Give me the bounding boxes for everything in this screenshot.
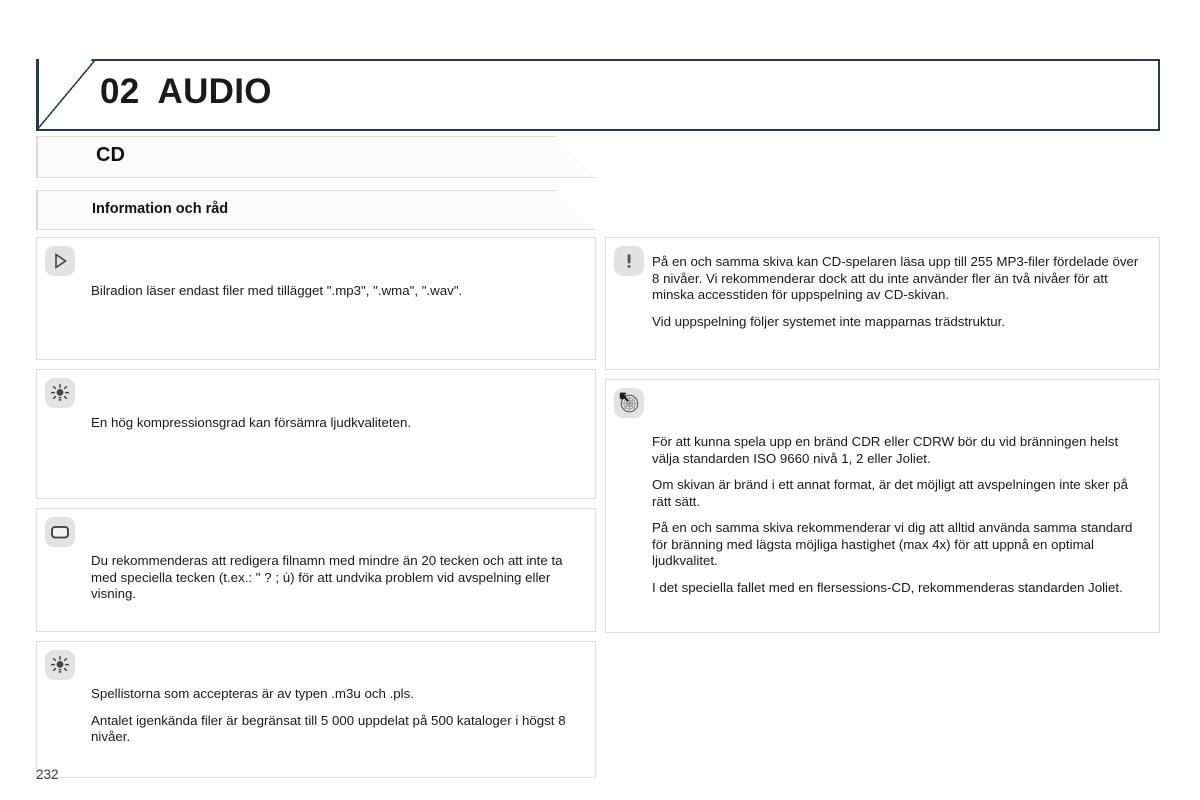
lightbulb-tip-icon [45,650,75,680]
info-box-body: För att kunna spela upp en bränd CDR ell… [606,380,1159,608]
warning-exclamation-icon [614,246,644,276]
paragraph: Du rekommenderas att redigera filnamn me… [91,553,563,601]
info-box-text: En hög kompressionsgrad kan försämra lju… [91,415,581,432]
info-box-text: Spellistorna som accepteras är av typen … [91,686,581,746]
info-box-text: På en och samma skiva kan CD-spelaren lä… [652,254,1145,330]
chapter-header-left-edge [36,59,39,131]
paragraph: Bilradion läser endast filer med tillägg… [91,283,463,298]
section-ribbon-information: Information och råd [36,190,596,230]
paragraph: I det speciella fallet med en flersessio… [652,579,1123,595]
chapter-header-top-rule [92,59,1160,61]
info-box-text: Du rekommenderas att redigera filnamn me… [91,553,581,603]
page-title: 02 AUDIO [100,72,272,112]
paragraph: På en och samma skiva kan CD-spelaren lä… [652,254,1139,302]
info-box-body: Bilradion läser endast filer med tillägg… [37,238,595,314]
paragraph: Vid uppspelning följer systemet inte map… [652,313,1006,329]
info-box-body: En hög kompressionsgrad kan försämra lju… [37,370,595,446]
paragraph: På en och samma skiva rekommenderar vi d… [652,520,1133,568]
info-box: Bilradion läser endast filer med tillägg… [36,237,596,360]
info-box: För att kunna spela upp en bränd CDR ell… [605,379,1160,633]
chapter-number: 02 [100,72,140,111]
chapter-title-text: AUDIO [157,72,272,111]
paragraph: För att kunna spela upp en bränd CDR ell… [652,434,1119,466]
left-column: Bilradion läser endast filer med tillägg… [36,237,596,787]
info-box-text: Bilradion läser endast filer med tillägg… [91,283,581,300]
info-box-body: På en och samma skiva kan CD-spelaren lä… [606,238,1159,342]
lightbulb-tip-icon [45,378,75,408]
paragraph: Antalet igenkända filer är begränsat til… [91,712,566,745]
paragraph: En hög kompressionsgrad kan försämra lju… [91,415,412,430]
paragraph: Om skivan är bränd i ett annat format, ä… [652,477,1128,509]
info-box-body: Spellistorna som accepteras är av typen … [37,642,595,760]
display-screen-icon [45,517,75,547]
paragraph: Spellistorna som accepteras är av typen … [91,686,414,701]
info-box-text: För att kunna spela upp en bränd CDR ell… [652,434,1145,596]
chapter-header-right-rule [1158,59,1160,131]
section-ribbon-information-label: Information och råd [92,201,229,217]
page-number: 232 [36,767,59,782]
info-box: Du rekommenderas att redigera filnamn me… [36,508,596,632]
info-box: På en och samma skiva kan CD-spelaren lä… [605,237,1160,370]
right-column: På en och samma skiva kan CD-spelaren lä… [605,237,1160,642]
section-ribbon-cd: CD [36,136,596,178]
chapter-header: 02 AUDIO [36,59,1160,131]
info-box: En hög kompressionsgrad kan försämra lju… [36,369,596,499]
cd-disc-eject-icon [614,388,644,418]
info-box: Spellistorna som accepteras är av typen … [36,641,596,778]
play-triangle-icon [45,246,75,276]
section-ribbon-cd-label: CD [96,144,125,166]
manual-page: 02 AUDIO CD Information och råd Bilradion… [0,0,1200,800]
chapter-header-slant [36,59,96,131]
chapter-header-bottom-rule [37,129,1160,131]
info-box-body: Du rekommenderas att redigera filnamn me… [37,509,595,617]
